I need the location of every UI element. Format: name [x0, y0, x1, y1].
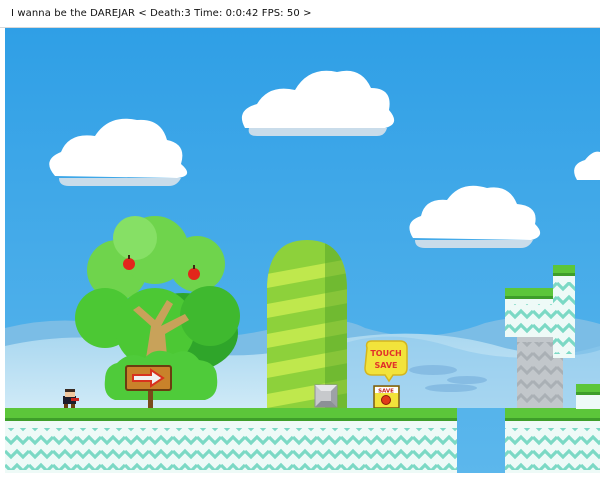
touch-save-line1: TOUCH	[370, 349, 401, 358]
touch-save-sign: TOUCH SAVE	[364, 340, 408, 383]
red-apple	[123, 258, 135, 270]
red-apple	[188, 268, 200, 280]
touch-save-line2: SAVE	[374, 361, 397, 370]
save-orb-icon	[381, 395, 391, 405]
save-point[interactable]: SAVE	[373, 385, 400, 409]
game-viewport[interactable]: TOUCH SAVE SAVE	[5, 28, 600, 473]
ground-platform	[5, 408, 457, 473]
window-title: I wanna be the DAREJAR < Death:3 Time: 0…	[11, 8, 312, 19]
ground-platform-right	[505, 408, 600, 473]
window-titlebar: I wanna be the DAREJAR < Death:3 Time: 0…	[0, 0, 600, 28]
save-point-label: SAVE	[378, 389, 394, 395]
gray-block	[314, 384, 338, 408]
window-bottom-border	[0, 473, 600, 477]
